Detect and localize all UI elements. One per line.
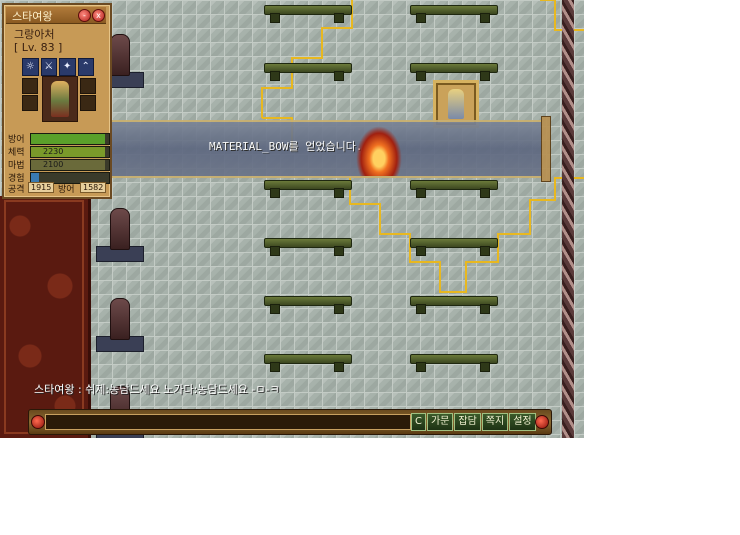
status-panel[interactable]: 스타여왕 - x 그랑아처 [ Lv. 83 ] ☼ ⚔ ✦ ⌃ 방어 체력 2… (2, 3, 112, 199)
combat-stats: 공격 1915 방어 1582 (8, 181, 108, 195)
equipment-slot[interactable] (80, 78, 96, 94)
rope-barrier (562, 0, 574, 438)
stat-row-health: 체력 2230 (8, 144, 110, 158)
character-avatar (42, 76, 78, 122)
attack-label: 공격 (8, 185, 25, 195)
settings-button[interactable]: 설정 (509, 413, 536, 431)
equipment-slot[interactable] (22, 78, 38, 94)
bench (264, 354, 352, 372)
chat-button[interactable]: 잡담 (454, 413, 481, 431)
attack-value: 1915 (28, 182, 55, 193)
defense-value: 1582 (80, 182, 107, 193)
character-level: [ Lv. 83 ] (14, 41, 63, 54)
equipment-slot[interactable] (22, 95, 38, 111)
bench (410, 354, 498, 372)
bench (410, 180, 498, 198)
bench (410, 238, 498, 256)
system-message-banner: MATERIAL_BOW를 얻었습니다. (99, 116, 551, 182)
system-message-text: MATERIAL_BOW를 얻었습니다. (209, 140, 363, 153)
guild-button[interactable]: 가문 (426, 413, 454, 431)
stat-value: 2100 (43, 160, 64, 169)
menu-button-group: C 가문 잡담 쪽지 설정 (411, 413, 536, 431)
status-panel-titlebar[interactable]: 스타여왕 - x (6, 7, 106, 24)
bench (264, 5, 352, 23)
chat-bar-right-cap (535, 415, 549, 429)
equipment-slot[interactable] (80, 95, 96, 111)
chat-input[interactable] (45, 414, 411, 430)
c-button[interactable]: C (411, 413, 426, 431)
player-character[interactable] (448, 89, 464, 119)
bench (410, 63, 498, 81)
bench (410, 296, 498, 314)
bench (264, 63, 352, 81)
chat-bar: C 가문 잡담 쪽지 설정 (28, 409, 552, 435)
bench (264, 296, 352, 314)
stat-value: 2230 (43, 147, 64, 156)
bench (264, 238, 352, 256)
stat-row-defense: 방어 (8, 131, 110, 145)
fire-effect (356, 126, 402, 176)
sun-icon[interactable]: ☼ (22, 58, 39, 76)
statue (96, 296, 144, 352)
wing-icon[interactable]: ⌃ (77, 58, 94, 76)
defense-label: 방어 (58, 185, 75, 195)
stat-row-magic: 마법 2100 (8, 157, 110, 171)
skill-bar: ☼ ⚔ ✦ ⌃ (22, 58, 94, 76)
close-button[interactable]: x (92, 9, 105, 22)
mail-button[interactable]: 쪽지 (481, 413, 509, 431)
statue (96, 206, 144, 262)
bench (264, 180, 352, 198)
sword-icon[interactable]: ⚔ (40, 58, 57, 76)
game-viewport[interactable]: MATERIAL_BOW를 얻었습니다. 스타여왕 - x 그랑아처 [ Lv.… (0, 0, 584, 438)
star-icon[interactable]: ✦ (59, 58, 76, 76)
bench (410, 5, 498, 23)
minimize-button[interactable]: - (78, 9, 91, 22)
status-panel-title: 스타여왕 (12, 10, 53, 23)
character-name: 그랑아처 (14, 28, 55, 41)
chat-bar-left-cap (31, 415, 45, 429)
chat-message: 스타여왕 : 쉬제:농담드세요 노가다:농담드세요 -ㅁ-ㅋ (34, 383, 280, 396)
